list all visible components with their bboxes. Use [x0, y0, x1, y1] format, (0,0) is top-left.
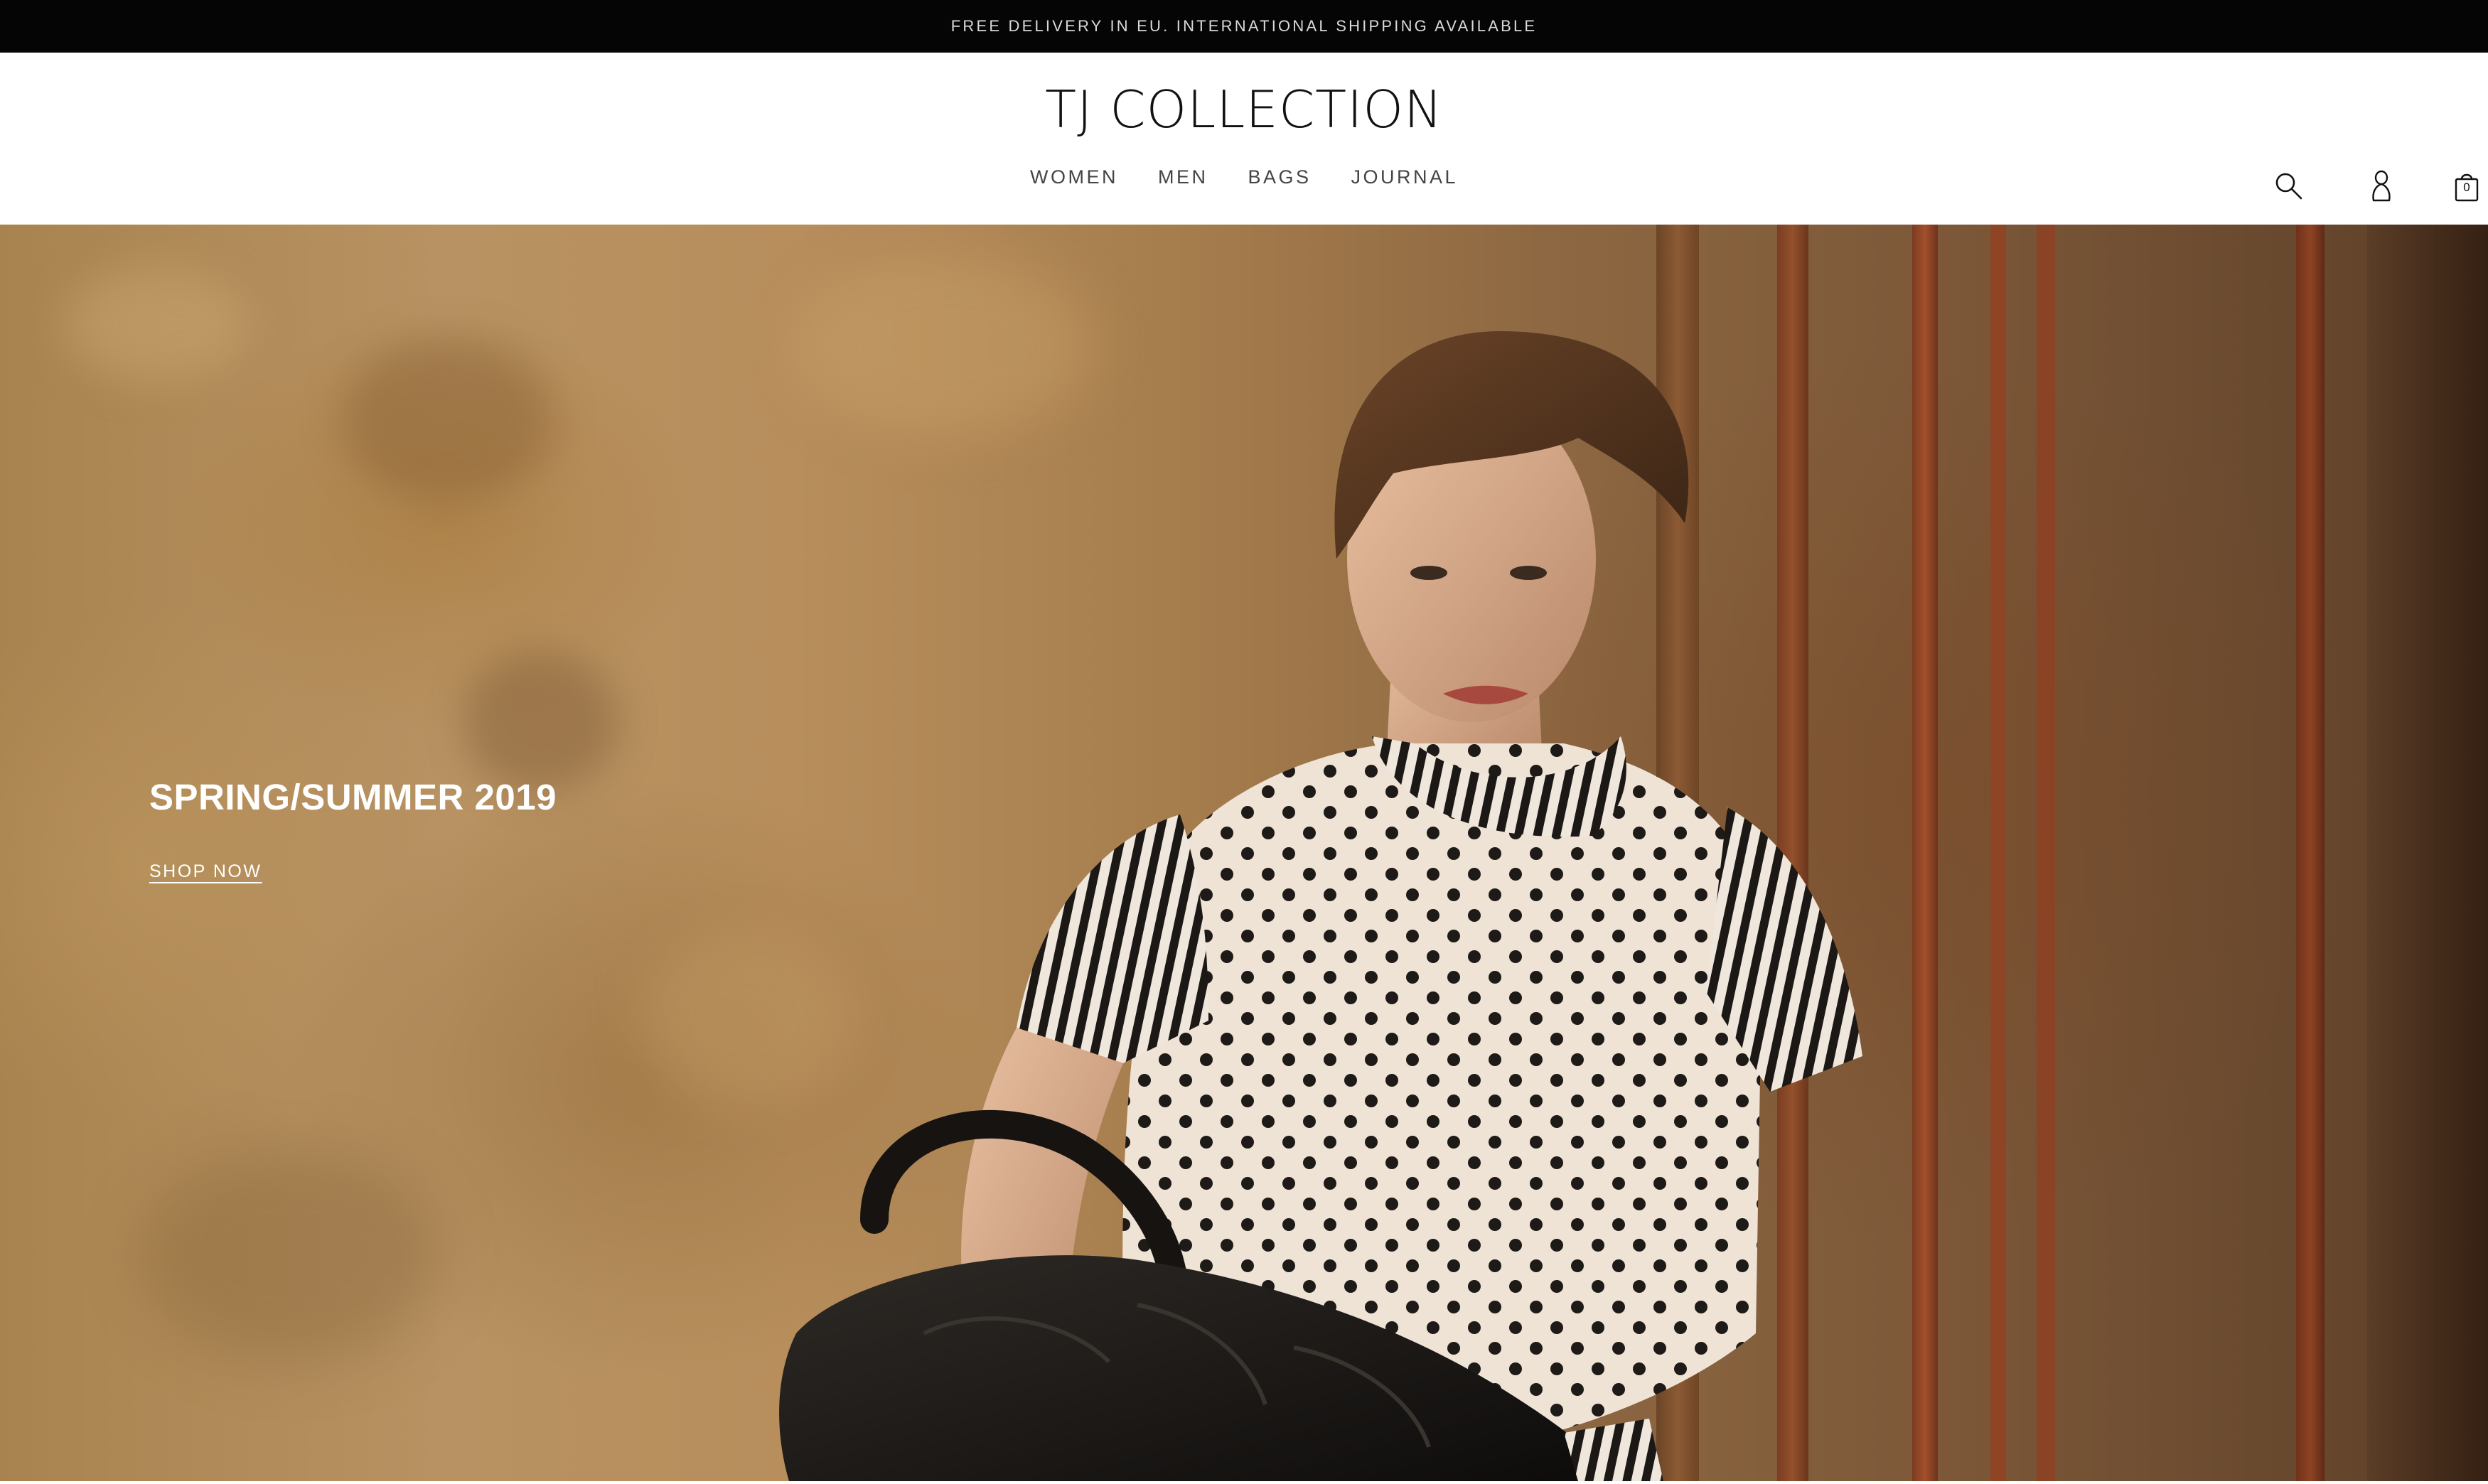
- nav-item-journal[interactable]: JOURNAL: [1351, 166, 1458, 188]
- account-button[interactable]: [2360, 165, 2403, 208]
- cart-button[interactable]: 0: [2445, 165, 2488, 208]
- cart-count: 0: [2463, 181, 2470, 194]
- hero-title: SPRING/SUMMER 2019: [149, 777, 557, 817]
- site-header: TJ COLLECTION WOMEN MEN BAGS JOURNAL 0: [0, 53, 2488, 225]
- account-icon: [2372, 170, 2391, 202]
- nav-item-men[interactable]: MEN: [1158, 166, 1208, 188]
- announcement-text: FREE DELIVERY IN EU. INTERNATIONAL SHIPP…: [950, 17, 1538, 35]
- nav-item-women[interactable]: WOMEN: [1030, 166, 1118, 188]
- announcement-bar: FREE DELIVERY IN EU. INTERNATIONAL SHIPP…: [0, 0, 2488, 53]
- main-nav: WOMEN MEN BAGS JOURNAL: [0, 166, 2488, 188]
- shop-now-link[interactable]: SHOP NOW: [149, 861, 262, 882]
- search-icon: [2275, 173, 2302, 200]
- page-bottom-edge: [0, 1481, 2488, 1484]
- site-logo[interactable]: TJ COLLECTION: [0, 80, 2488, 139]
- search-button[interactable]: [2268, 165, 2310, 208]
- nav-item-bags[interactable]: BAGS: [1248, 166, 1311, 188]
- hero-model-image: [779, 331, 1862, 1481]
- hero-banner[interactable]: SPRING/SUMMER 2019 SHOP NOW: [0, 225, 2488, 1481]
